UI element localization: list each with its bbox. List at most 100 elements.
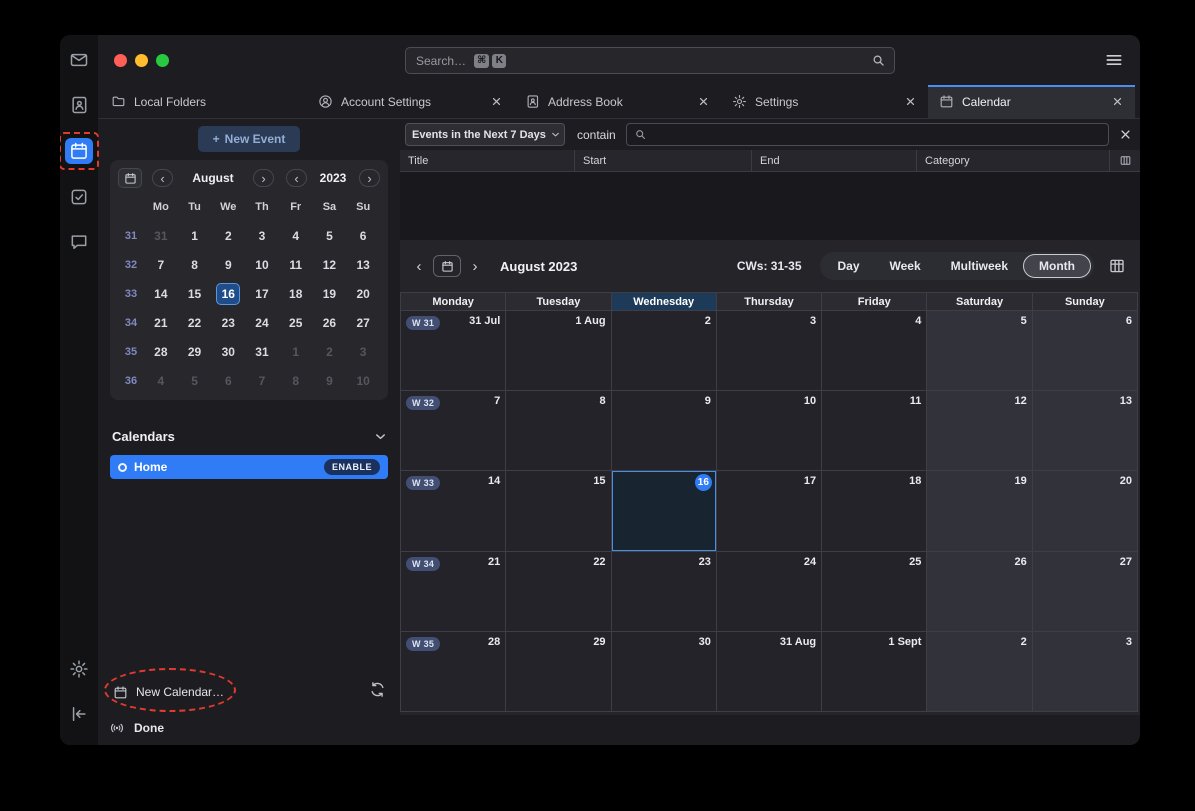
- month-day-cell[interactable]: 4: [822, 311, 927, 391]
- column-picker-button[interactable]: [1110, 150, 1140, 171]
- month-day-cell[interactable]: 12: [927, 391, 1032, 471]
- mini-calendar-day[interactable]: 16: [216, 283, 240, 305]
- mini-calendar-day[interactable]: 3: [250, 225, 274, 247]
- mini-calendar-day[interactable]: 7: [149, 254, 173, 276]
- space-address-book-button[interactable]: [67, 93, 91, 117]
- enable-badge[interactable]: ENABLE: [324, 459, 380, 475]
- month-day-cell[interactable]: 24: [717, 552, 822, 632]
- month-day-cell[interactable]: 8: [506, 391, 611, 471]
- month-day-cell[interactable]: 30: [612, 632, 717, 712]
- mini-calendar-day[interactable]: 14: [149, 283, 173, 305]
- column-header-title[interactable]: Title: [400, 150, 575, 171]
- next-year-button[interactable]: ›: [359, 169, 380, 187]
- space-calendar-button[interactable]: [65, 138, 93, 164]
- month-day-cell[interactable]: 10: [717, 391, 822, 471]
- month-day-cell[interactable]: 17: [717, 471, 822, 551]
- month-day-cell[interactable]: 11: [822, 391, 927, 471]
- mini-calendar-day[interactable]: 4: [149, 370, 173, 392]
- space-collapse-button[interactable]: [67, 702, 91, 726]
- mini-calendar-day[interactable]: 27: [351, 312, 375, 334]
- mini-calendar-day[interactable]: 17: [250, 283, 274, 305]
- mini-calendar-day[interactable]: 30: [216, 341, 240, 363]
- mini-calendar-day[interactable]: 5: [317, 225, 341, 247]
- close-icon[interactable]: [1118, 127, 1133, 142]
- tab-address-book[interactable]: Address Book: [514, 85, 721, 118]
- mini-calendar-day[interactable]: 22: [183, 312, 207, 334]
- column-header-category[interactable]: Category: [917, 150, 1110, 171]
- close-icon[interactable]: [490, 95, 503, 108]
- tab-local-folders[interactable]: Local Folders: [100, 85, 307, 118]
- month-day-cell[interactable]: 1 Sept: [822, 632, 927, 712]
- space-mail-button[interactable]: [67, 48, 91, 72]
- mini-calendar-day[interactable]: 10: [250, 254, 274, 276]
- month-day-cell[interactable]: W 3528: [401, 632, 506, 712]
- month-day-cell[interactable]: 13: [1033, 391, 1138, 471]
- close-window-button[interactable]: [114, 54, 127, 67]
- mini-calendar-day[interactable]: 13: [351, 254, 375, 276]
- month-day-cell[interactable]: 25: [822, 552, 927, 632]
- month-day-cell[interactable]: W 3314: [401, 471, 506, 551]
- month-day-cell[interactable]: 20: [1033, 471, 1138, 551]
- space-tasks-button[interactable]: [67, 185, 91, 209]
- mini-calendar-day[interactable]: 10: [351, 370, 375, 392]
- view-week-button[interactable]: Week: [875, 252, 936, 280]
- month-day-cell[interactable]: 27: [1033, 552, 1138, 632]
- month-day-cell[interactable]: 23: [612, 552, 717, 632]
- app-menu-icon[interactable]: [1104, 50, 1124, 70]
- month-day-cell[interactable]: 16: [612, 471, 717, 551]
- month-day-cell[interactable]: W 3421: [401, 552, 506, 632]
- mini-calendar-day[interactable]: 6: [351, 225, 375, 247]
- next-month-button[interactable]: ›: [253, 169, 274, 187]
- tab-settings[interactable]: Settings: [721, 85, 928, 118]
- go-to-today-button[interactable]: [433, 255, 461, 277]
- mini-calendar-day[interactable]: 8: [183, 254, 207, 276]
- new-event-button[interactable]: + New Event: [198, 126, 300, 152]
- mini-calendar-day[interactable]: 18: [284, 283, 308, 305]
- mini-calendar-day[interactable]: 8: [284, 370, 308, 392]
- global-search-input[interactable]: Search… ⌘ K: [405, 47, 895, 74]
- close-icon[interactable]: [1111, 95, 1124, 108]
- mini-calendar-day[interactable]: 31: [250, 341, 274, 363]
- month-day-cell[interactable]: 5: [927, 311, 1032, 391]
- mini-calendar-day[interactable]: 5: [183, 370, 207, 392]
- event-filter-dropdown[interactable]: Events in the Next 7 Days: [405, 123, 565, 146]
- minimize-window-button[interactable]: [135, 54, 148, 67]
- previous-month-button[interactable]: ‹: [152, 169, 173, 187]
- mini-calendar-day[interactable]: 23: [216, 312, 240, 334]
- close-icon[interactable]: [904, 95, 917, 108]
- column-header-start[interactable]: Start: [575, 150, 752, 171]
- mini-calendar-day[interactable]: 12: [317, 254, 341, 276]
- month-day-cell[interactable]: 18: [822, 471, 927, 551]
- tab-account-settings[interactable]: Account Settings: [307, 85, 514, 118]
- mini-calendar-day[interactable]: 1: [183, 225, 207, 247]
- mini-calendar-day[interactable]: 11: [284, 254, 308, 276]
- month-day-cell[interactable]: 29: [506, 632, 611, 712]
- previous-year-button[interactable]: ‹: [286, 169, 307, 187]
- month-day-cell[interactable]: 2: [927, 632, 1032, 712]
- sync-icon[interactable]: [369, 681, 386, 698]
- close-icon[interactable]: [697, 95, 710, 108]
- chevron-down-icon[interactable]: [373, 429, 388, 444]
- mini-calendar-day[interactable]: 6: [216, 370, 240, 392]
- column-header-end[interactable]: End: [752, 150, 917, 171]
- mini-calendar-day[interactable]: 7: [250, 370, 274, 392]
- mini-calendar-day[interactable]: 25: [284, 312, 308, 334]
- month-day-cell[interactable]: W 3131 Jul: [401, 311, 506, 391]
- mini-calendar-day[interactable]: 2: [317, 341, 341, 363]
- mini-calendar-day[interactable]: 4: [284, 225, 308, 247]
- calendars-section-header[interactable]: Calendars: [112, 429, 388, 444]
- event-search-input[interactable]: [626, 123, 1109, 146]
- month-day-cell[interactable]: 19: [927, 471, 1032, 551]
- month-day-cell[interactable]: 2: [612, 311, 717, 391]
- month-day-cell[interactable]: 31 Aug: [717, 632, 822, 712]
- month-day-cell[interactable]: 6: [1033, 311, 1138, 391]
- new-calendar-button[interactable]: New Calendar…: [113, 681, 224, 703]
- mini-calendar-day[interactable]: 19: [317, 283, 341, 305]
- mini-calendar-day[interactable]: 21: [149, 312, 173, 334]
- next-period-button[interactable]: ›: [464, 254, 486, 278]
- space-chat-button[interactable]: [67, 230, 91, 254]
- zoom-window-button[interactable]: [156, 54, 169, 67]
- mini-calendar-day[interactable]: 15: [183, 283, 207, 305]
- mini-calendar-day[interactable]: 9: [216, 254, 240, 276]
- mini-calendar-day[interactable]: 1: [284, 341, 308, 363]
